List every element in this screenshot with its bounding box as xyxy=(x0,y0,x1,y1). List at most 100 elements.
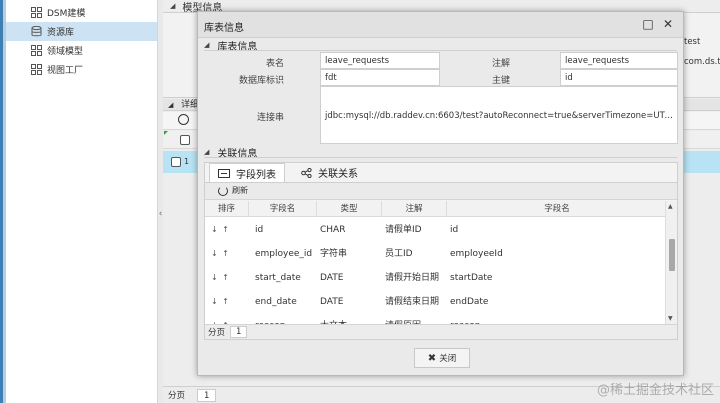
pagination-label: 分页 xyxy=(208,328,226,338)
cell-type: DATE xyxy=(320,273,344,283)
sidebar-item-label: 领域模型 xyxy=(47,47,84,57)
relation-icon xyxy=(301,167,312,178)
col-header-type[interactable]: 类型 xyxy=(317,201,382,217)
collapse-triangle-icon[interactable]: ◢ xyxy=(204,148,209,156)
left-edge-bar xyxy=(0,0,6,403)
sort-arrows-icon[interactable]: ↓ ↑ xyxy=(211,218,230,242)
field-list-icon xyxy=(218,168,230,178)
database-icon xyxy=(31,26,42,37)
grid-icon xyxy=(31,64,42,75)
row-number: 1 xyxy=(184,157,190,166)
bg-right-text-1: test xyxy=(684,37,701,47)
table-name-label: 表名 xyxy=(265,59,284,69)
sort-arrows-icon[interactable]: ↓ ↑ xyxy=(211,266,230,290)
cell-name: start_date xyxy=(255,273,301,283)
conn-string-field[interactable]: jdbc:mysql://db.raddev.cn:6603/test?auto… xyxy=(320,86,678,144)
tab-label: 字段列表 xyxy=(236,169,276,181)
related-tabs: 字段列表 关联关系 刷新 排序 字段名 类型 注解 字段名 ↓ ↑ id CHA… xyxy=(204,162,678,340)
pk-label: 主键 xyxy=(491,76,510,86)
collapse-triangle-icon[interactable]: ◢ xyxy=(204,41,209,49)
collapse-triangle-icon[interactable]: ◢ xyxy=(170,2,175,10)
sidebar-item-view-factory[interactable]: 视图工厂 xyxy=(0,60,157,79)
cell-comment: 请假单ID xyxy=(385,225,422,235)
table-name-field[interactable]: leave_requests xyxy=(320,52,440,69)
sidebar: DSM建模 资源库 领域模型 视图工厂 xyxy=(0,0,158,403)
table-row[interactable]: ↓ ↑ id CHAR 请假单ID id xyxy=(205,218,665,242)
section-divider xyxy=(204,157,677,158)
sidebar-item-dsm[interactable]: DSM建模 xyxy=(0,3,157,22)
cell-name: employee_id xyxy=(255,249,313,259)
scrollbar-thumb[interactable] xyxy=(669,239,675,271)
table-row[interactable]: ↓ ↑ employee_id 字符串 员工ID employeeId xyxy=(205,242,665,266)
sort-arrows-icon[interactable]: ↓ ↑ xyxy=(211,242,230,266)
bg-right-text-2: com.ds.tes xyxy=(684,57,720,67)
table-row[interactable]: ↓ ↑ start_date DATE 请假开始日期 startDate xyxy=(205,266,665,290)
cell-comment: 请假结束日期 xyxy=(385,297,440,307)
cell-field: reason xyxy=(450,314,480,324)
db-id-label: 数据库标识 xyxy=(238,76,284,86)
cell-type: CHAR xyxy=(320,225,346,235)
pagination-page[interactable]: 1 xyxy=(230,326,248,338)
close-button-label: 关闭 xyxy=(439,354,457,364)
field-grid: 排序 字段名 类型 注解 字段名 ↓ ↑ id CHAR 请假单ID id ↓ … xyxy=(205,201,677,324)
cell-type: 字符串 xyxy=(320,249,348,259)
sidebar-item-domain-model[interactable]: 领域模型 xyxy=(0,41,157,60)
grid-toolbar: 刷新 xyxy=(205,183,677,200)
cell-field: endDate xyxy=(450,297,489,307)
sidebar-item-resource-lib[interactable]: 资源库 xyxy=(0,22,157,41)
cell-type: 大文本 xyxy=(320,314,347,324)
refresh-label: 刷新 xyxy=(232,186,248,195)
cell-name: id xyxy=(255,225,264,235)
cell-comment: 员工ID xyxy=(385,249,413,259)
cell-name: end_date xyxy=(255,297,297,307)
cell-comment: 请假开始日期 xyxy=(385,273,440,283)
select-all-checkbox[interactable] xyxy=(180,135,190,145)
vertical-scrollbar[interactable]: ▲ ▼ xyxy=(665,201,677,324)
grid-pagination: 分页 1 xyxy=(205,324,677,339)
collapse-triangle-icon[interactable]: ◢ xyxy=(168,101,173,109)
refresh-button[interactable]: 刷新 xyxy=(218,185,248,196)
sidebar-item-label: DSM建模 xyxy=(47,9,86,19)
maximize-icon[interactable]: □ xyxy=(640,16,656,32)
conn-label: 连接串 xyxy=(256,113,284,123)
grid-icon xyxy=(31,45,42,56)
comment-label: 注解 xyxy=(491,59,510,69)
close-icon[interactable]: ✕ xyxy=(660,16,676,32)
tab-relations[interactable]: 关联关系 xyxy=(293,163,366,182)
cell-name: reason xyxy=(255,314,285,324)
refresh-icon[interactable] xyxy=(178,114,189,125)
col-header-name[interactable]: 字段名 xyxy=(249,201,317,217)
pagination-page[interactable]: 1 xyxy=(197,388,217,402)
tab-field-list[interactable]: 字段列表 xyxy=(209,163,285,182)
refresh-icon xyxy=(218,185,228,196)
row-checkbox[interactable] xyxy=(171,157,181,167)
cell-field: employeeId xyxy=(450,249,503,259)
scroll-down-icon[interactable]: ▼ xyxy=(668,315,673,322)
tab-label: 关联关系 xyxy=(318,169,358,180)
cell-field: id xyxy=(450,225,459,235)
grid-icon xyxy=(31,7,42,18)
dialog-title: 库表信息 xyxy=(204,23,244,34)
cell-comment: 请假原因 xyxy=(385,314,421,324)
cell-field: startDate xyxy=(450,273,493,283)
col-header-sort[interactable]: 排序 xyxy=(205,201,249,217)
table-row[interactable]: ↓ ↑ reason 大文本 请假原因 reason xyxy=(205,314,665,324)
sidebar-item-label: 视图工厂 xyxy=(47,66,84,76)
pagination-label: 分页 xyxy=(168,391,186,401)
comment-field[interactable]: leave_requests xyxy=(560,52,678,69)
col-header-comment[interactable]: 注解 xyxy=(382,201,447,217)
table-row[interactable]: ↓ ↑ end_date DATE 请假结束日期 endDate xyxy=(205,290,665,314)
sort-arrows-icon[interactable]: ↓ ↑ xyxy=(211,314,230,324)
close-button[interactable]: ✖ 关闭 xyxy=(414,348,470,368)
sidebar-item-label: 资源库 xyxy=(47,28,75,38)
dialog-title-bar[interactable]: 库表信息 □ ✕ xyxy=(198,12,683,38)
scroll-up-icon[interactable]: ▲ xyxy=(668,203,673,210)
cell-type: DATE xyxy=(320,297,344,307)
grid-header: 排序 字段名 类型 注解 字段名 xyxy=(205,201,665,217)
close-x-icon: ✖ xyxy=(427,352,437,364)
sort-arrows-icon[interactable]: ↓ ↑ xyxy=(211,290,230,314)
col-header-field[interactable]: 字段名 xyxy=(447,201,667,217)
pk-field[interactable]: id xyxy=(560,69,678,86)
db-id-field[interactable]: fdt xyxy=(320,69,440,86)
section-divider xyxy=(204,50,677,51)
